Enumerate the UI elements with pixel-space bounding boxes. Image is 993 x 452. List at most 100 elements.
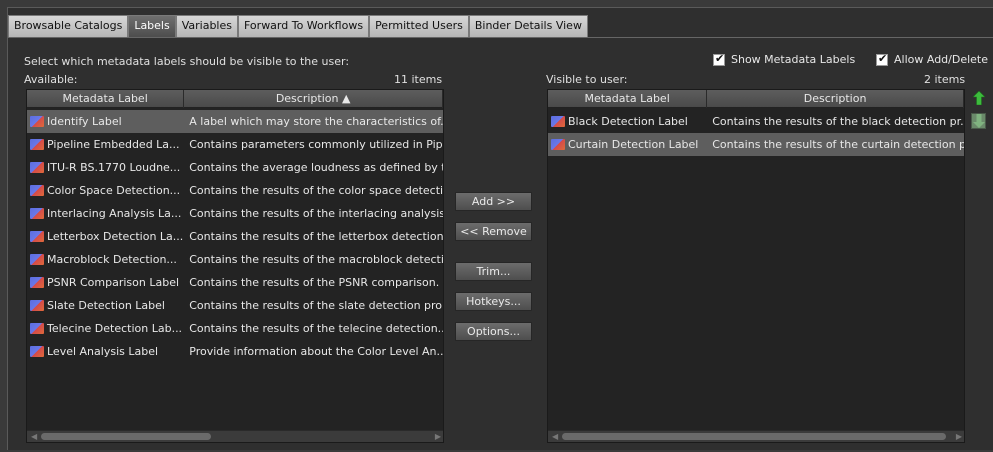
list-row[interactable]: Level Analysis Label Provide information … (27, 340, 443, 363)
tab-labels[interactable]: Labels (128, 15, 176, 37)
available-list[interactable]: Metadata Label Description ▲ Identify La… (26, 89, 444, 443)
metadata-label-text: Slate Detection Label (47, 299, 165, 312)
metadata-label-icon (30, 185, 44, 196)
scrollbar-thumb[interactable] (41, 433, 211, 440)
description-cell: Contains the results of the color space … (189, 184, 443, 197)
description-cell: Contains parameters commonly utilized in… (189, 138, 443, 151)
metadata-label-text: Black Detection Label (568, 115, 688, 128)
available-title: Available: (24, 73, 78, 86)
list-row[interactable]: Telecine Detection Lab... Contains the re… (27, 317, 443, 340)
metadata-label-icon (30, 254, 44, 265)
metadata-label-text: Level Analysis Label (47, 345, 159, 358)
metadata-label-icon (30, 116, 44, 127)
metadata-label-cell: PSNR Comparison Label (27, 271, 184, 294)
allow-add-delete-label: Allow Add/Delete (894, 53, 989, 66)
add-button[interactable]: Add >> (455, 192, 532, 211)
metadata-label-icon (30, 277, 44, 288)
description-cell: Contains the results of the slate detect… (189, 299, 443, 312)
list-row[interactable]: Interlacing Analysis La... Contains the r… (27, 202, 443, 225)
list-row[interactable]: Curtain Detection Label Contains the resu… (548, 133, 964, 156)
list-row[interactable]: ITU-R BS.1770 Loudne... Contains the aver… (27, 156, 443, 179)
metadata-label-icon (551, 139, 565, 150)
metadata-label-text: Interlacing Analysis La... (47, 207, 182, 220)
tab-browsable-catalogs[interactable]: Browsable Catalogs (8, 15, 129, 37)
metadata-label-cell: Slate Detection Label (27, 294, 184, 317)
scroll-left-icon[interactable]: ◀ (552, 431, 558, 442)
scroll-right-icon[interactable]: ▶ (956, 431, 962, 442)
metadata-label-cell: Macroblock Detection... (27, 248, 184, 271)
available-rows: Identify Label A label which may store th… (27, 110, 443, 363)
tab-variables[interactable]: Variables (175, 15, 238, 37)
metadata-label-cell: Letterbox Detection La... (27, 225, 184, 248)
list-row[interactable]: Color Space Detection... Contains the res… (27, 179, 443, 202)
checkbox-checked-icon[interactable] (713, 52, 725, 66)
remove-button[interactable]: << Remove (455, 222, 532, 241)
description-cell: Contains the average loudness as defined… (189, 161, 443, 174)
metadata-label-cell: Level Analysis Label (27, 340, 184, 363)
tab-binder-details-view[interactable]: Binder Details View (468, 15, 588, 37)
description-cell: Contains the results of the black detect… (712, 115, 964, 128)
metadata-label-cell: ITU-R BS.1770 Loudne... (27, 156, 184, 179)
metadata-label-icon (30, 300, 44, 311)
metadata-label-icon (30, 162, 44, 173)
list-row[interactable]: Letterbox Detection La... Contains the re… (27, 225, 443, 248)
column-header-metadata-label[interactable]: Metadata Label (548, 90, 708, 108)
metadata-label-cell: Color Space Detection... (27, 179, 184, 202)
arrow-down-icon (972, 114, 985, 128)
allow-add-delete-checkbox[interactable]: Allow Add/Delete (876, 52, 989, 66)
description-cell: Contains the results of the interlacing … (189, 207, 443, 220)
metadata-label-text: Color Space Detection... (47, 184, 181, 197)
move-down-button[interactable] (971, 113, 986, 129)
available-list-header: Metadata Label Description ▲ (27, 90, 443, 108)
metadata-label-icon (30, 346, 44, 357)
move-up-button[interactable] (971, 90, 986, 106)
available-horizontal-scrollbar[interactable]: ◀ ▶ (27, 430, 443, 442)
list-row[interactable]: Slate Detection Label Contains the result… (27, 294, 443, 317)
available-count: 11 items (394, 73, 443, 86)
visible-list-header: Metadata Label Description (548, 90, 964, 108)
metadata-label-text: Pipeline Embedded La... (47, 138, 180, 151)
description-cell: Contains the results of the telecine det… (189, 322, 443, 335)
scroll-left-icon[interactable]: ◀ (31, 431, 37, 442)
list-row[interactable]: Black Detection Label Contains the result… (548, 110, 964, 133)
arrow-up-icon (972, 91, 985, 105)
tab-permitted-users[interactable]: Permitted Users (369, 15, 469, 37)
options-button[interactable]: Options... (455, 322, 532, 341)
show-metadata-labels-label: Show Metadata Labels (731, 53, 856, 66)
show-metadata-labels-checkbox[interactable]: Show Metadata Labels (713, 52, 856, 66)
tab-bar: Browsable Catalogs Labels Variables Forw… (8, 15, 588, 37)
list-row[interactable]: Identify Label A label which may store th… (27, 110, 443, 133)
scrollbar-thumb[interactable] (562, 433, 946, 440)
metadata-label-text: Curtain Detection Label (568, 138, 699, 151)
column-header-description[interactable]: Description ▲ (184, 90, 443, 108)
list-row[interactable]: Macroblock Detection... Contains the resu… (27, 248, 443, 271)
metadata-label-cell: Black Detection Label (548, 110, 707, 133)
list-row[interactable]: PSNR Comparison Label Contains the result… (27, 271, 443, 294)
metadata-label-cell: Pipeline Embedded La... (27, 133, 184, 156)
metadata-label-cell: Identify Label (27, 110, 184, 133)
instruction-text: Select which metadata labels should be v… (24, 55, 350, 68)
column-header-description[interactable]: Description (707, 90, 964, 108)
metadata-label-icon (30, 323, 44, 334)
description-cell: A label which may store the characterist… (189, 115, 443, 128)
description-cell: Provide information about the Color Leve… (189, 345, 443, 358)
visible-count: 2 items (924, 73, 966, 86)
column-header-metadata-label[interactable]: Metadata Label (27, 90, 185, 108)
metadata-label-cell: Curtain Detection Label (548, 133, 707, 156)
description-cell: Contains the results of the PSNR compari… (189, 276, 440, 289)
metadata-label-icon (551, 116, 565, 127)
list-row[interactable]: Pipeline Embedded La... Contains paramete… (27, 133, 443, 156)
metadata-label-icon (30, 231, 44, 242)
metadata-label-text: Identify Label (47, 115, 122, 128)
scroll-right-icon[interactable]: ▶ (435, 431, 441, 442)
hotkeys-button[interactable]: Hotkeys... (455, 292, 532, 311)
visible-rows: Black Detection Label Contains the result… (548, 110, 964, 156)
visible-horizontal-scrollbar[interactable]: ◀ ▶ (548, 430, 964, 442)
metadata-label-text: ITU-R BS.1770 Loudne... (47, 161, 181, 174)
trim-button[interactable]: Trim... (455, 262, 532, 281)
tab-forward-to-workflows[interactable]: Forward To Workflows (238, 15, 370, 37)
checkbox-checked-icon[interactable] (876, 52, 888, 66)
visible-list[interactable]: Metadata Label Description Black Detecti… (547, 89, 965, 443)
metadata-label-cell: Telecine Detection Lab... (27, 317, 184, 340)
description-cell: Contains the results of the curtain dete… (712, 138, 964, 151)
